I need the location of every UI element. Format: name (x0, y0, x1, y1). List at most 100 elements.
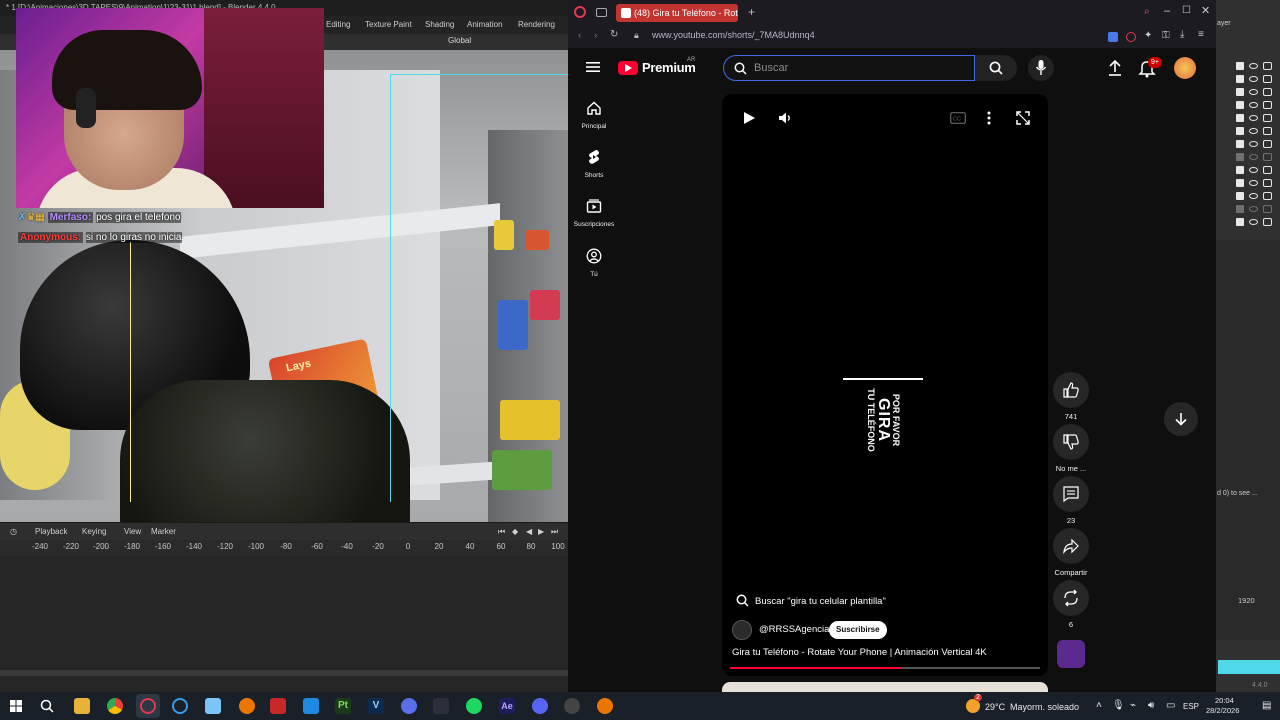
guide-item-home[interactable]: Principal (568, 100, 620, 130)
workspace-tab-shading[interactable]: Shading (419, 16, 460, 34)
workspace-tab-editing[interactable]: Editing (320, 16, 356, 34)
dislike-action[interactable]: No me ... (1048, 424, 1094, 473)
checkbox-icon[interactable] (1236, 192, 1244, 200)
camera-icon[interactable] (1263, 75, 1272, 83)
eye-icon[interactable] (1249, 167, 1258, 173)
new-tab-plus-icon[interactable]: + (748, 5, 755, 19)
temperature[interactable]: 29°C (985, 702, 1005, 712)
camera-icon[interactable] (1263, 127, 1272, 135)
checkbox-icon[interactable] (1236, 62, 1244, 70)
checkbox-icon[interactable] (1236, 127, 1244, 135)
outliner-row[interactable] (1216, 99, 1280, 112)
translate-icon[interactable] (1108, 32, 1118, 42)
play-icon[interactable] (742, 111, 756, 125)
chrome-icon[interactable] (107, 698, 123, 714)
guide-item-shorts[interactable]: Shorts (568, 149, 620, 179)
visual-studio-icon[interactable]: V (368, 698, 384, 714)
workspace-tab-rendering[interactable]: Rendering (512, 16, 561, 34)
checkbox-icon[interactable] (1236, 140, 1244, 148)
windows-start-icon[interactable] (10, 700, 22, 712)
search-button[interactable] (975, 55, 1017, 81)
sound-thumbnail[interactable] (1057, 640, 1085, 668)
camera-icon[interactable] (1263, 153, 1272, 161)
cursor-app-icon[interactable] (172, 698, 188, 714)
clock-date[interactable]: 28/2/2026 (1206, 706, 1239, 715)
like-action[interactable]: 741 (1048, 372, 1094, 421)
share-button[interactable] (1053, 528, 1089, 564)
outliner-row[interactable] (1216, 164, 1280, 177)
workspace-tab-texture-paint[interactable]: Texture Paint (359, 16, 418, 34)
volume-icon[interactable] (778, 111, 792, 125)
davinci-resolve-icon[interactable] (433, 698, 449, 714)
opera-logo-icon[interactable] (574, 6, 586, 18)
camera-icon[interactable] (1263, 166, 1272, 174)
timeline-editor-icon[interactable]: ◷ (10, 523, 17, 541)
weather-icon[interactable] (966, 699, 980, 713)
blender-icon[interactable] (239, 698, 255, 714)
vpn-icon[interactable] (1126, 32, 1136, 42)
camera-icon[interactable] (1263, 179, 1272, 187)
eye-icon[interactable] (1249, 115, 1258, 121)
maximize-icon[interactable]: ☐ (1182, 5, 1191, 16)
tray-chevron-icon[interactable]: ˄ (1096, 700, 1102, 711)
hamburger-menu-icon[interactable] (586, 61, 600, 73)
camera-icon[interactable] (1263, 205, 1272, 213)
checkbox-icon[interactable] (1236, 218, 1244, 226)
discord-icon[interactable] (532, 698, 548, 714)
file-explorer-icon[interactable] (74, 698, 90, 714)
snipping-tool-icon[interactable] (205, 698, 221, 714)
fullscreen-icon[interactable] (1016, 111, 1030, 125)
close-icon[interactable]: ✕ (1201, 4, 1210, 17)
checkbox-icon[interactable] (1236, 114, 1244, 122)
outliner-row[interactable] (1216, 151, 1280, 164)
pycharm-icon[interactable]: Pt (335, 698, 351, 714)
jump-end-icon[interactable]: ⏭ (551, 523, 558, 541)
clock-time[interactable]: 20:04 (1215, 696, 1234, 705)
camera-icon[interactable] (1263, 88, 1272, 96)
guide-item-subscriptions[interactable]: Suscripciones (568, 198, 620, 228)
search-icon[interactable] (40, 699, 54, 713)
eye-icon[interactable] (1249, 141, 1258, 147)
camera-icon[interactable] (1263, 192, 1272, 200)
channel-name[interactable]: @RRSSAgencia (759, 624, 829, 635)
search-input[interactable] (754, 60, 964, 76)
opera-icon[interactable] (140, 698, 156, 714)
comments-action[interactable]: 23 (1048, 476, 1094, 525)
captions-icon[interactable]: CC (950, 112, 966, 124)
eye-icon[interactable] (1249, 76, 1258, 82)
dislike-button[interactable] (1053, 424, 1089, 460)
search-suggestion-link[interactable]: Buscar "gira tu celular plantilla" (736, 594, 886, 607)
battery-icon[interactable]: ▭ (1166, 700, 1175, 711)
spotify-icon[interactable] (466, 698, 482, 714)
upload-icon[interactable] (1103, 56, 1127, 80)
channel-avatar[interactable] (732, 620, 752, 640)
outliner-row[interactable] (1216, 203, 1280, 216)
remix-button[interactable] (1053, 580, 1089, 616)
checkbox-icon[interactable] (1236, 179, 1244, 187)
eye-icon[interactable] (1249, 63, 1258, 69)
comments-button[interactable] (1053, 476, 1089, 512)
remix-action[interactable]: 6 (1048, 580, 1094, 629)
outliner-row[interactable] (1216, 86, 1280, 99)
like-button[interactable] (1053, 372, 1089, 408)
camera-icon[interactable] (1263, 218, 1272, 226)
eye-icon[interactable] (1249, 154, 1258, 160)
app-icon[interactable] (401, 698, 417, 714)
network-icon[interactable]: ⌁ (1130, 700, 1136, 711)
jump-start-icon[interactable]: ⏮ (498, 523, 505, 541)
workspace-tab-animation[interactable]: Animation (461, 16, 509, 34)
camera-icon[interactable] (1263, 114, 1272, 122)
eye-icon[interactable] (1249, 128, 1258, 134)
eye-icon[interactable] (1249, 89, 1258, 95)
photos-icon[interactable] (303, 698, 319, 714)
voice-search-button[interactable] (1028, 55, 1054, 81)
reload-icon[interactable]: ↻ (610, 29, 618, 40)
eye-icon[interactable] (1249, 102, 1258, 108)
checkbox-icon[interactable] (1236, 166, 1244, 174)
outliner-row[interactable] (1216, 73, 1280, 86)
camera-icon[interactable] (1263, 62, 1272, 70)
outliner-row[interactable] (1216, 112, 1280, 125)
outliner-row[interactable] (1216, 216, 1280, 229)
download-icon[interactable]: ⤓ (1180, 29, 1184, 40)
obs-icon[interactable] (564, 698, 580, 714)
